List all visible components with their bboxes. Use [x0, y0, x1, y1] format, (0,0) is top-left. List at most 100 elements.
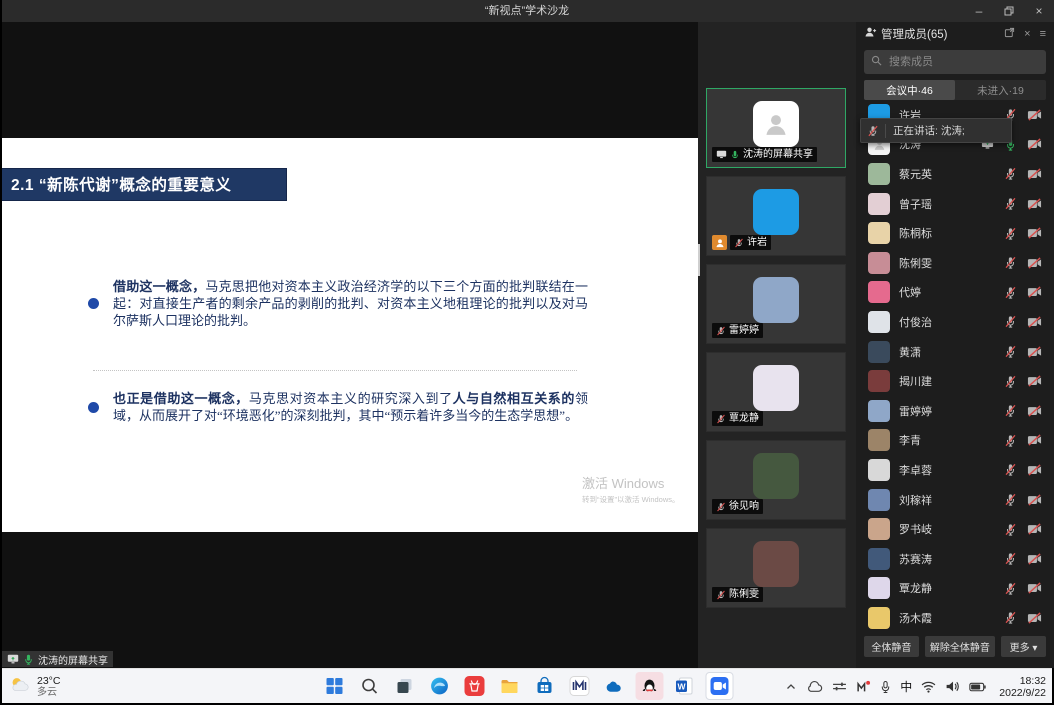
task-view-icon[interactable]	[391, 672, 419, 700]
clock-widget[interactable]: 18:32 2022/9/22	[999, 675, 1046, 699]
member-row[interactable]: 黄潇	[856, 337, 1054, 367]
search-icon	[871, 53, 882, 71]
tab-not-joined[interactable]: 未进入·19	[955, 80, 1046, 100]
member-row[interactable]: 李卓蓉	[856, 455, 1054, 485]
video-thumbnail[interactable]: 沈涛的屏幕共享	[706, 88, 846, 168]
minimize-button[interactable]: –	[964, 0, 994, 22]
camera-status-icon[interactable]	[1027, 109, 1042, 121]
mixer-icon[interactable]	[832, 680, 847, 693]
camera-status-icon[interactable]	[1027, 316, 1042, 328]
mic-status-icon[interactable]	[1004, 434, 1017, 447]
camera-status-icon[interactable]	[1027, 168, 1042, 180]
member-row[interactable]: 付俊治	[856, 307, 1054, 337]
mic-status-icon[interactable]	[1004, 345, 1017, 358]
mic-status-icon[interactable]	[1004, 523, 1017, 536]
more-button[interactable]: 更多 ▾	[1001, 636, 1046, 657]
video-thumbnail[interactable]: 覃龙静	[706, 352, 846, 432]
video-thumbnail[interactable]: 雷婷婷	[706, 264, 846, 344]
member-row[interactable]: 代婷	[856, 278, 1054, 308]
mindmaster-icon[interactable]	[566, 672, 594, 700]
member-row[interactable]: 刘稼祥	[856, 485, 1054, 515]
video-thumbnail[interactable]: 徐见响	[706, 440, 846, 520]
weather-widget[interactable]: 23°C 多云	[8, 669, 60, 704]
explorer-icon[interactable]	[496, 672, 524, 700]
cloud-icon[interactable]	[806, 680, 823, 693]
camera-status-icon[interactable]	[1027, 464, 1042, 476]
popout-icon[interactable]	[1004, 27, 1015, 41]
member-row[interactable]: 苏赛涛	[856, 544, 1054, 574]
member-row[interactable]: 罗书岐	[856, 514, 1054, 544]
ime-zh-icon[interactable]: 中	[900, 678, 912, 695]
edge-icon[interactable]	[426, 672, 454, 700]
bullet-text: 借助这一概念，	[113, 279, 205, 294]
member-row[interactable]: 揭川建	[856, 366, 1054, 396]
qq-icon[interactable]	[636, 672, 664, 700]
camera-status-icon[interactable]	[1027, 138, 1042, 150]
mic-status-icon[interactable]	[1004, 493, 1017, 506]
mic-status-icon[interactable]	[1004, 404, 1017, 417]
thumbnail-scrollbar[interactable]	[698, 244, 700, 276]
battery-icon[interactable]	[969, 682, 986, 692]
mic-status-icon[interactable]	[1004, 582, 1017, 595]
camera-status-icon[interactable]	[1027, 553, 1042, 565]
camera-status-icon[interactable]	[1027, 346, 1042, 358]
camera-status-icon[interactable]	[1027, 523, 1042, 535]
mic-status-icon[interactable]	[1004, 375, 1017, 388]
member-row[interactable]: 覃龙静	[856, 574, 1054, 604]
mic-status-icon[interactable]	[1004, 167, 1017, 180]
m-badge-icon[interactable]	[856, 680, 871, 693]
camera-status-icon[interactable]	[1027, 612, 1042, 624]
mic-status-icon	[716, 326, 726, 336]
word-icon[interactable]: W	[671, 672, 699, 700]
member-row[interactable]: 陈桐标	[856, 218, 1054, 248]
member-row[interactable]: 蔡元英	[856, 159, 1054, 189]
volume-icon[interactable]	[945, 680, 960, 693]
mic-status-icon[interactable]	[1004, 197, 1017, 210]
camera-status-icon[interactable]	[1027, 434, 1042, 446]
member-search-box[interactable]	[864, 50, 1046, 74]
video-thumbnail[interactable]: 许岩	[706, 176, 846, 256]
close-panel-icon[interactable]: ×	[1024, 28, 1030, 40]
chevron-up-icon[interactable]	[785, 681, 797, 693]
onedrive-icon[interactable]	[601, 672, 629, 700]
mic-status-icon[interactable]	[1004, 286, 1017, 299]
camera-status-icon[interactable]	[1027, 375, 1042, 387]
dotted-divider	[93, 370, 577, 371]
camera-status-icon[interactable]	[1027, 198, 1042, 210]
meeting-window-titlebar: “新视点”学术沙龙 – ×	[0, 0, 1054, 22]
close-button[interactable]: ×	[1024, 0, 1054, 22]
member-row[interactable]: 陈俐雯	[856, 248, 1054, 278]
meeting-icon[interactable]	[706, 672, 734, 700]
bullet-dot-icon	[88, 298, 99, 309]
mic-status-icon[interactable]	[1004, 611, 1017, 624]
mic-icon[interactable]	[880, 680, 891, 694]
store-icon[interactable]	[531, 672, 559, 700]
mic-status-icon[interactable]	[1004, 552, 1017, 565]
search-icon[interactable]	[356, 672, 384, 700]
member-row[interactable]: 曾子瑶	[856, 189, 1054, 219]
search-input[interactable]	[887, 55, 1039, 69]
menu-icon[interactable]: ≡	[1040, 28, 1046, 40]
mic-status-icon[interactable]	[1004, 256, 1017, 269]
restore-button[interactable]	[994, 0, 1024, 22]
member-row[interactable]: 李青	[856, 426, 1054, 456]
screen-share-status-chip[interactable]: 沈涛的屏幕共享	[2, 651, 113, 667]
wifi-icon[interactable]	[921, 681, 936, 693]
mic-status-icon[interactable]	[1004, 463, 1017, 476]
camera-status-icon[interactable]	[1027, 286, 1042, 298]
member-row[interactable]: 雷婷婷	[856, 396, 1054, 426]
camera-status-icon[interactable]	[1027, 227, 1042, 239]
member-row[interactable]: 汤木霞	[856, 603, 1054, 633]
tab-in-meeting[interactable]: 会议中·46	[864, 80, 955, 100]
mute-all-button[interactable]: 全体静音	[864, 636, 919, 657]
video-thumbnail[interactable]: 陈俐雯	[706, 528, 846, 608]
appgallery-icon[interactable]	[461, 672, 489, 700]
mic-status-icon[interactable]	[1004, 315, 1017, 328]
camera-status-icon[interactable]	[1027, 582, 1042, 594]
camera-status-icon[interactable]	[1027, 494, 1042, 506]
start-icon[interactable]	[321, 672, 349, 700]
camera-status-icon[interactable]	[1027, 405, 1042, 417]
unmute-all-button[interactable]: 解除全体静音	[925, 636, 995, 657]
mic-status-icon[interactable]	[1004, 227, 1017, 240]
camera-status-icon[interactable]	[1027, 257, 1042, 269]
